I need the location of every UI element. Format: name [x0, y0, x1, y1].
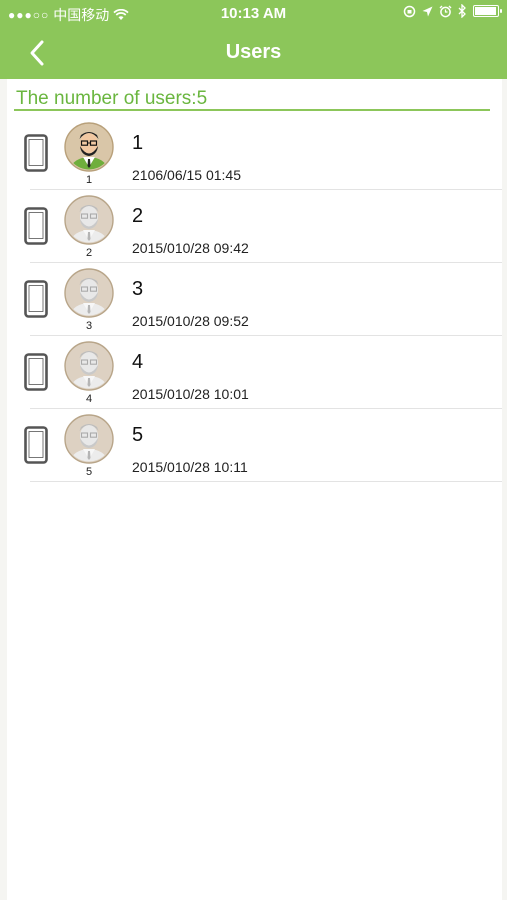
app-header: ●●●○○ 中国移动 10:13 AM Users: [0, 0, 507, 79]
avatar-caption: 5: [85, 466, 93, 478]
user-timestamp: 2015/010/28 09:52: [132, 313, 249, 329]
user-row[interactable]: 5 5 2015/010/28 10:11: [0, 409, 507, 482]
phone-icon: [24, 207, 48, 245]
nav-bar: Users: [0, 28, 507, 79]
battery-icon: [473, 5, 502, 17]
user-row[interactable]: 2 2 2015/010/28 09:42: [0, 190, 507, 263]
status-right: [403, 4, 502, 18]
avatar: [64, 195, 114, 245]
page-title: Users: [225, 41, 282, 63]
count-underline: [14, 109, 490, 111]
location-arrow-icon: [422, 6, 433, 16]
user-row[interactable]: 1 1 2106/06/15 01:45: [0, 117, 507, 190]
phone-icon: [24, 280, 48, 318]
user-timestamp: 2015/010/28 10:01: [132, 386, 249, 402]
phone-icon: [24, 426, 48, 464]
avatar-caption: 4: [85, 393, 93, 405]
user-name: 1: [132, 132, 144, 154]
user-list: 1 1 2106/06/15 01:45 2 2 2015/010/28 09:…: [0, 117, 507, 482]
status-bar: ●●●○○ 中国移动 10:13 AM: [0, 0, 507, 28]
user-timestamp: 2106/06/15 01:45: [132, 167, 241, 183]
user-timestamp: 2015/010/28 09:42: [132, 240, 249, 256]
alarm-icon: [439, 5, 452, 17]
user-row[interactable]: 4 4 2015/010/28 10:01: [0, 336, 507, 409]
avatar: [64, 268, 114, 318]
phone-icon: [24, 353, 48, 391]
avatar: [64, 341, 114, 391]
avatar: [64, 122, 114, 172]
rotation-lock-icon: [403, 5, 416, 17]
bluetooth-icon: [458, 4, 466, 18]
phone-icon: [24, 134, 48, 172]
row-divider: [30, 481, 502, 482]
avatar-caption: 1: [85, 174, 93, 186]
user-name: 2: [132, 205, 144, 227]
avatar-caption: 3: [85, 320, 93, 332]
user-name: 5: [132, 424, 144, 446]
user-name: 4: [132, 351, 144, 373]
user-timestamp: 2015/010/28 10:11: [132, 459, 248, 475]
user-name: 3: [132, 278, 144, 300]
avatar-caption: 2: [85, 247, 93, 259]
user-row[interactable]: 3 3 2015/010/28 09:52: [0, 263, 507, 336]
user-count-label: The number of users:5: [16, 88, 208, 109]
avatar: [64, 414, 114, 464]
